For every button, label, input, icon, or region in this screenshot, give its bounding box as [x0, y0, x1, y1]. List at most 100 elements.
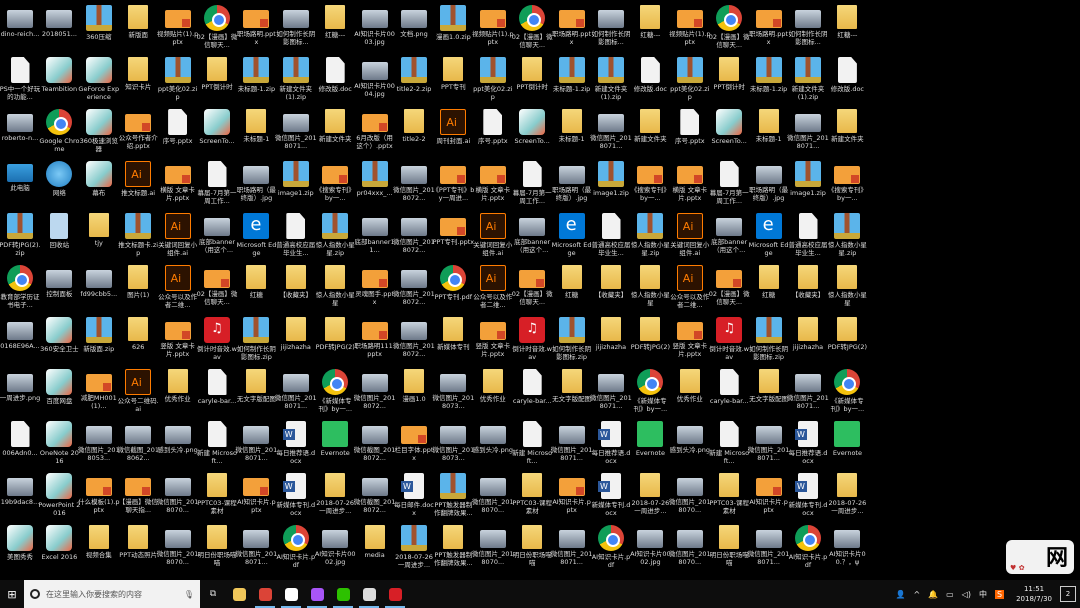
desktop-icon[interactable]: 2018-07-26一周进步... — [630, 470, 670, 522]
clock[interactable]: 11:51 2018/7/30 — [1016, 584, 1052, 604]
desktop-icon[interactable]: 未标题-1 — [552, 106, 592, 158]
desktop-icon[interactable]: 公众号作者介绍.pptx — [118, 106, 158, 158]
taskbar-chrome[interactable] — [252, 580, 278, 608]
desktop-icon[interactable]: 如何制作长阴影图标.zip — [749, 314, 789, 366]
desktop-icon[interactable]: 普通高校应届毕业生... — [276, 210, 316, 262]
desktop-icon[interactable]: 02【漫画】微信聊天... — [197, 2, 237, 54]
desktop-icon[interactable]: 《新媒体专刊》by一... — [827, 366, 867, 418]
desktop-icon[interactable]: 序号.pptx — [158, 106, 198, 158]
desktop-icon[interactable]: 惊人指数小星星 — [827, 262, 867, 314]
desktop-icon[interactable]: 修改版.doc — [315, 54, 355, 106]
desktop-icon[interactable]: 网络 — [39, 158, 79, 210]
desktop-icon[interactable]: 新版面.zip — [79, 314, 119, 366]
desktop-icon[interactable]: 新媒体专刊.docx — [591, 470, 631, 522]
desktop-icon[interactable]: AI知识卡片.pptx — [749, 470, 789, 522]
desktop-icon[interactable]: 微信图片_2018071... — [748, 418, 789, 470]
desktop-icon[interactable]: 微信截图_2018072... — [354, 470, 395, 522]
desktop-icon[interactable]: 微信图片_2018071... — [551, 418, 592, 470]
desktop-icon[interactable]: 视频合集 — [79, 522, 119, 574]
taskbar-wechat[interactable] — [330, 580, 356, 608]
desktop-icon[interactable]: 推文标题.ai — [118, 158, 158, 210]
desktop-icon[interactable]: 02【漫画】微信聊天... — [709, 2, 750, 54]
desktop-icon[interactable]: PDF转JPG(2) — [315, 314, 355, 366]
desktop-icon[interactable]: Microsoft Edge — [236, 210, 276, 262]
desktop-icon[interactable]: 新媒体专刊.docx — [788, 470, 828, 522]
desktop-icon[interactable]: 减肥MH001(1)... — [79, 366, 119, 418]
desktop-icon[interactable]: 微信图片_2018072... — [354, 366, 395, 418]
desktop-icon[interactable]: AI知识卡片0003.jpg — [354, 2, 395, 54]
desktop-icon[interactable]: 2018-07-26一周进步... — [827, 470, 867, 522]
desktop-icon[interactable]: 如何制作长阴影图标... — [788, 2, 828, 54]
desktop-icon[interactable]: media — [355, 522, 395, 574]
search-box[interactable]: 在这里输入你要搜索的内容 🎙 — [24, 580, 200, 608]
desktop-icon[interactable]: 2018-07-26一周进步... — [394, 522, 434, 574]
desktop-icon[interactable]: 新媒体专刊 — [433, 314, 473, 366]
desktop-icon[interactable]: pr04xxx_... — [355, 158, 395, 210]
desktop-icon[interactable]: 微信截图_2018072... — [354, 418, 395, 470]
desktop-icon[interactable]: 19b9dac8... — [0, 470, 40, 522]
desktop-icon[interactable]: 无文字版配图 — [552, 366, 592, 418]
desktop-icon[interactable]: PPT触发器制作翻牌效果... — [433, 470, 473, 522]
desktop-icon[interactable]: 微信图片_2018072... — [393, 158, 435, 210]
desktop-icon[interactable]: 微信图片_2018070... — [669, 470, 711, 522]
desktop-icon[interactable]: 红糖--- — [630, 2, 670, 54]
desktop-icon[interactable]: 什么模板(1).pptx — [78, 470, 120, 522]
desktop-icon[interactable]: 如何制作长阴影图标.zip — [552, 314, 592, 366]
desktop-icon[interactable]: AI知识卡片.pdf — [788, 522, 828, 574]
desktop-icon[interactable]: 【漫画】微信聊天指... — [118, 470, 158, 522]
desktop-icon[interactable]: 幕届-7月第一周工作... — [197, 158, 237, 210]
desktop-icon[interactable]: 微信图片_2018073... — [433, 366, 474, 418]
desktop-icon[interactable]: 推文标题卡.zip — [118, 210, 158, 262]
desktop-icon[interactable]: Google Chrome — [39, 106, 79, 158]
desktop-icon[interactable]: 关键词回复小组件.ai — [670, 210, 710, 262]
taskbar-360-browser[interactable] — [304, 580, 330, 608]
desktop-icon[interactable]: 微信图片_2018070... — [157, 470, 198, 522]
desktop-icon[interactable]: 微信截图_2018062... — [117, 418, 159, 470]
desktop-icon[interactable]: PPTC03-课程素材 — [197, 470, 237, 522]
taskbar-file-explorer[interactable] — [226, 580, 252, 608]
desktop-icon[interactable]: PDF转JPG(2).zip — [0, 210, 41, 262]
desktop-icon[interactable]: 未标题-1.zip — [236, 54, 276, 106]
desktop-icon[interactable]: 修改版.doc — [630, 54, 670, 106]
desktop-icon[interactable]: jijizhazha — [788, 314, 828, 366]
desktop-icon[interactable]: 红糖--- — [315, 2, 355, 54]
desktop-icon[interactable]: 未标题-1 — [236, 106, 276, 158]
desktop-icon[interactable]: caryle-bar... — [197, 366, 237, 418]
desktop-icon[interactable]: 职场路明（最终版）.jpg — [236, 158, 276, 210]
desktop-icon[interactable]: 横版 文章卡片.pptx — [473, 158, 513, 210]
notification-bell-icon[interactable]: 🔔 — [928, 590, 938, 599]
desktop-icon[interactable]: 未标题-1 — [749, 106, 789, 158]
desktop-icon[interactable]: 微信图片_2018071... — [590, 366, 632, 418]
desktop-icon[interactable]: 每日推荐语.docx — [276, 418, 316, 470]
desktop-icon[interactable]: 360安全卫士 — [39, 314, 79, 366]
desktop-icon[interactable]: 栏目字体.pptx — [394, 418, 434, 470]
desktop-icon[interactable]: 新建 Microsoft... — [512, 418, 552, 470]
desktop-icon[interactable]: 公众号二维码.ai — [118, 366, 159, 418]
desktop-icon[interactable]: 图片(1) — [118, 262, 158, 314]
desktop-icon[interactable]: 公众号以及作者二维... — [473, 262, 513, 314]
desktop-icon[interactable]: 底部banner（用这个... — [197, 210, 237, 262]
desktop-icon[interactable]: 红糖 — [749, 262, 789, 314]
desktop-icon[interactable]: 红糖 — [552, 262, 592, 314]
desktop-icon[interactable]: 普通高校应届毕业生... — [788, 210, 828, 262]
desktop-icon[interactable]: AI知识卡片.pdf — [591, 522, 631, 574]
desktop-icon[interactable]: 《新媒体专刊》by一... — [630, 366, 670, 418]
taskbar-mubu[interactable] — [356, 580, 382, 608]
desktop-icon[interactable]: 360压缩 — [79, 2, 119, 54]
desktop-icon[interactable]: title2-2 — [394, 106, 434, 158]
desktop-icon[interactable]: 每日推荐语.docx — [788, 418, 828, 470]
desktop-icon[interactable]: 职场路明.pptx — [749, 2, 789, 54]
desktop-icon[interactable]: 如何制作长阴影图标.zip — [236, 314, 276, 366]
desktop-icon[interactable]: PPT倒计时 — [709, 54, 749, 106]
desktop-icon[interactable]: AI知识卡片.pdf — [276, 522, 316, 574]
desktop-icon[interactable]: 微信图片_2018073... — [433, 418, 474, 470]
desktop-icon[interactable]: 惊人指数小星星 — [315, 262, 355, 314]
desktop-icon[interactable]: 幕布 — [79, 158, 119, 210]
desktop-icon[interactable]: 新建文件夹 — [827, 106, 867, 158]
desktop-icon[interactable]: 微信图片_2018071... — [275, 106, 317, 158]
desktop-icon[interactable]: 微信图片_2018071... — [748, 522, 789, 574]
desktop-icon[interactable]: 02【漫画】微信聊天... — [512, 262, 553, 314]
taskbar-netease-music[interactable] — [382, 580, 408, 608]
start-button[interactable]: ⊞ — [0, 580, 24, 608]
desktop-icon[interactable]: 《PPT专刊》by一周进... — [432, 158, 474, 210]
